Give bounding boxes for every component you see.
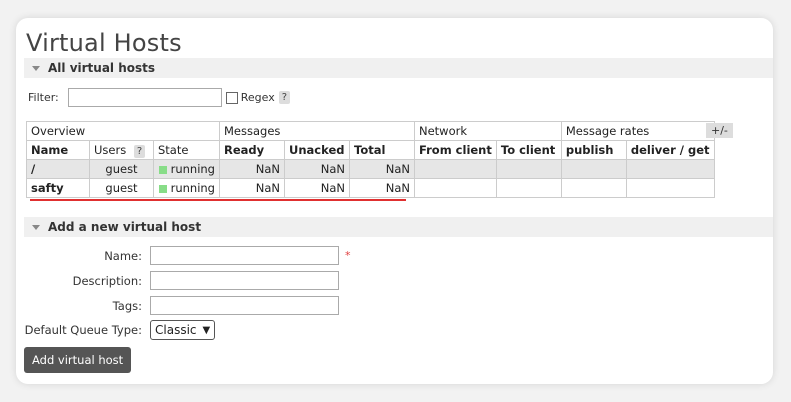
form-row-queue-type: Default Queue Type: Classic ▼ — [16, 320, 216, 340]
col-ready[interactable]: Ready — [219, 140, 285, 160]
col-deliver-get[interactable]: deliver / get — [625, 140, 715, 160]
group-messages: Messages — [219, 121, 415, 141]
vhost-total: NaN — [349, 178, 415, 198]
col-publish[interactable]: publish — [560, 140, 627, 160]
vhost-state: running — [153, 159, 220, 179]
vhost-from-client — [414, 178, 497, 198]
description-input[interactable] — [150, 271, 339, 290]
add-host-section-header[interactable]: Add a new virtual host — [24, 217, 773, 237]
running-status-icon — [158, 184, 167, 193]
group-overview: Overview — [26, 121, 220, 141]
vhost-users: guest — [89, 178, 154, 198]
vhost-deliver — [625, 159, 715, 179]
vhost-ready: NaN — [219, 159, 285, 179]
state-label: running — [170, 181, 215, 195]
virtual-hosts-table: Overview Messages Network Message rates … — [26, 121, 715, 198]
collapse-triangle-icon — [32, 65, 40, 71]
chevron-down-icon: ▼ — [202, 324, 211, 336]
running-status-icon — [158, 165, 167, 174]
col-from-client[interactable]: From client — [414, 140, 497, 160]
state-label: running — [170, 162, 215, 176]
form-row-description: Description: — [16, 271, 339, 290]
vhost-ready: NaN — [219, 178, 285, 198]
table-group-row: Overview Messages Network Message rates — [26, 121, 715, 141]
group-network: Network — [414, 121, 562, 141]
columns-toggle-button[interactable]: +/- — [706, 123, 733, 138]
main-card: Virtual Hosts All virtual hosts Filter: … — [16, 18, 773, 384]
table-row[interactable]: / guest running NaN NaN NaN — [26, 159, 715, 179]
vhost-publish — [560, 159, 627, 179]
col-unacked[interactable]: Unacked — [284, 140, 350, 160]
form-row-name: Name: * — [16, 246, 351, 265]
filter-row: Filter: Regex ? — [28, 88, 291, 107]
vhost-deliver — [625, 178, 715, 198]
group-message-rates: Message rates — [560, 121, 715, 141]
required-mark: * — [345, 249, 351, 262]
col-users[interactable]: Users ? — [89, 140, 154, 160]
col-to-client[interactable]: To client — [495, 140, 562, 160]
form-row-tags: Tags: — [16, 296, 339, 315]
vhost-to-client — [495, 178, 562, 198]
col-users-label: Users — [94, 142, 127, 157]
col-name[interactable]: Name — [26, 140, 90, 160]
description-label: Description: — [72, 273, 142, 288]
name-input[interactable] — [150, 246, 339, 265]
table-row[interactable]: safty guest running NaN NaN NaN — [26, 178, 715, 198]
vhost-state: running — [153, 178, 220, 198]
add-host-label: Add a new virtual host — [48, 220, 202, 234]
page-title: Virtual Hosts — [26, 29, 182, 57]
all-hosts-label: All virtual hosts — [48, 61, 156, 75]
name-label: Name: — [104, 248, 142, 263]
vhost-name-link[interactable]: safty — [26, 178, 90, 198]
filter-input[interactable] — [67, 88, 222, 107]
queue-type-label: Default Queue Type: — [24, 323, 142, 337]
queue-type-select[interactable]: Classic ▼ — [150, 320, 216, 340]
highlight-underline — [30, 199, 406, 201]
tags-label: Tags: — [112, 298, 142, 313]
vhost-unacked: NaN — [284, 178, 350, 198]
table-header-row: Name Users ? State Ready Unacked Total F… — [26, 140, 715, 160]
tags-input[interactable] — [150, 296, 339, 315]
users-help-badge[interactable]: ? — [133, 144, 146, 158]
regex-checkbox[interactable] — [225, 91, 238, 104]
col-total[interactable]: Total — [349, 140, 415, 160]
vhost-total: NaN — [349, 159, 415, 179]
regex-label: Regex — [240, 91, 275, 104]
vhost-from-client — [414, 159, 497, 179]
vhost-name-link[interactable]: / — [26, 159, 90, 179]
col-state[interactable]: State — [153, 140, 220, 160]
vhost-users: guest — [89, 159, 154, 179]
regex-help-badge[interactable]: ? — [278, 91, 291, 104]
all-hosts-section-header[interactable]: All virtual hosts — [24, 58, 773, 78]
collapse-triangle-icon — [32, 224, 40, 230]
add-virtual-host-button[interactable]: Add virtual host — [24, 347, 132, 373]
vhost-unacked: NaN — [284, 159, 350, 179]
queue-type-value: Classic — [155, 323, 197, 337]
vhost-to-client — [495, 159, 562, 179]
vhost-publish — [560, 178, 627, 198]
filter-label: Filter: — [28, 91, 59, 104]
